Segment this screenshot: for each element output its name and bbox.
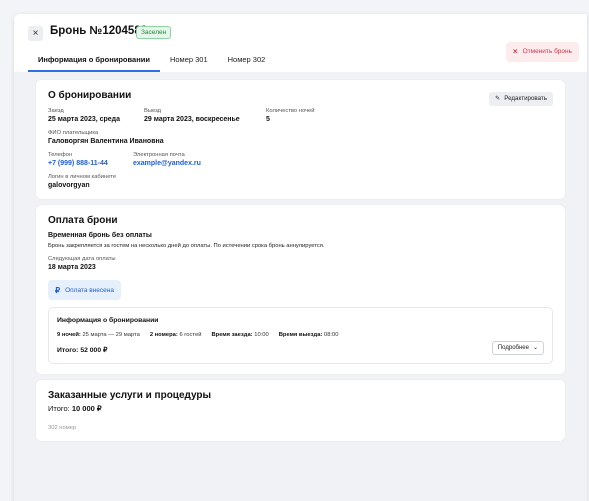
phone-link[interactable]: +7 (999) 888-11-44 — [48, 160, 133, 167]
summary-rooms: 2 номера: — [149, 332, 178, 338]
login-label: Логин в личном кабинете — [48, 174, 117, 180]
services-total-label: Итого: — [48, 404, 70, 413]
summary-total: Итого: 52 000 ₽ — [57, 347, 108, 354]
services-card: Заказанные услуги и процедуры Итого: 10 … — [36, 380, 565, 441]
checkout-value: 29 марта 2023, воскресенье — [144, 116, 240, 123]
payment-made-button[interactable]: ₽ Оплата внесена — [48, 280, 121, 300]
details-dropdown[interactable]: Подробнее ⌄ — [491, 341, 544, 355]
summary-dates: 25 марта — 29 марта — [82, 332, 140, 338]
payer-label: ФИО плательщика — [48, 130, 99, 136]
payer-value: Галоворгян Валентина Ивановна — [48, 138, 164, 145]
status-badge: Заселен — [136, 26, 172, 39]
payment-made-label: Оплата внесена — [65, 286, 114, 294]
summary-checkout-time-label: Время выезда: — [278, 332, 323, 338]
checkout-label: Выезд — [144, 108, 162, 114]
tab-bar: Информация о бронировании Номер 301 Номе… — [28, 50, 275, 72]
tab-room-302[interactable]: Номер 302 — [218, 50, 276, 72]
close-icon: × — [512, 47, 518, 56]
summary-checkin-time-label: Время заезда: — [211, 332, 253, 338]
room-label-faded: 302 номер — [48, 425, 77, 431]
login-value: galovorgyan — [48, 182, 90, 189]
details-label: Подробнее — [497, 345, 529, 351]
tab-booking-info[interactable]: Информация о бронировании — [28, 50, 160, 72]
checkin-label: Заезд — [48, 108, 64, 114]
email-label: Электронная почта — [133, 152, 185, 158]
nights-value: 5 — [266, 116, 270, 123]
pencil-icon: ✎ — [495, 95, 501, 102]
cancel-booking-label: Отменить бронь — [522, 48, 572, 55]
summary-meta: 9 ночей: 25 марта — 29 марта 2 номера: 6… — [57, 332, 544, 338]
services-card-title: Заказанные услуги и процедуры — [48, 390, 212, 401]
booking-title: Бронь №1204583 — [50, 25, 148, 37]
edit-label: Редактировать — [504, 95, 547, 102]
chevron-down-icon: ⌄ — [532, 345, 538, 351]
payment-subtitle: Временная бронь без оплаты — [48, 232, 152, 239]
summary-guests: 6 гостей — [179, 332, 202, 338]
summary-checkin-time: 10:00 — [254, 332, 269, 338]
payment-card-title: Оплата брони — [48, 215, 118, 226]
scroll-content[interactable]: О бронировании ✎ Редактировать Заезд 25 … — [14, 72, 587, 501]
tab-room-301[interactable]: Номер 301 — [160, 50, 218, 72]
summary-nights: 9 ночей: — [57, 332, 81, 338]
modal-header: × Бронь №1204583 Заселен × Отменить брон… — [14, 14, 587, 72]
phone-label: Телефон — [48, 152, 73, 158]
cancel-booking-button[interactable]: × Отменить бронь — [505, 42, 579, 62]
next-date-label: Следующая дата оплаты — [48, 256, 116, 262]
services-total-value: 10 000 ₽ — [71, 404, 102, 413]
booking-summary: Информация о бронировании 9 ночей: 25 ма… — [48, 307, 553, 364]
nights-label: Количество ночей — [266, 108, 315, 114]
booking-modal: × Бронь №1204583 Заселен × Отменить брон… — [14, 14, 587, 501]
summary-checkout-time: 08:00 — [323, 332, 339, 338]
close-icon[interactable]: × — [28, 26, 43, 41]
checkin-value: 25 марта 2023, среда — [48, 116, 121, 123]
ruble-icon: ₽ — [55, 285, 61, 295]
next-date-value: 18 марта 2023 — [48, 264, 96, 271]
booking-card: О бронировании ✎ Редактировать Заезд 25 … — [36, 80, 565, 199]
edit-button[interactable]: ✎ Редактировать — [489, 92, 553, 106]
booking-card-title: О бронировании — [48, 90, 132, 101]
payment-card: Оплата брони Временная бронь без оплаты … — [36, 205, 565, 374]
email-link[interactable]: example@yandex.ru — [133, 160, 201, 167]
services-total: Итого: 10 000 ₽ — [48, 404, 553, 413]
payment-note: Бронь закрепляется за гостем на нескольк… — [48, 243, 325, 249]
summary-title: Информация о бронировании — [57, 317, 159, 324]
